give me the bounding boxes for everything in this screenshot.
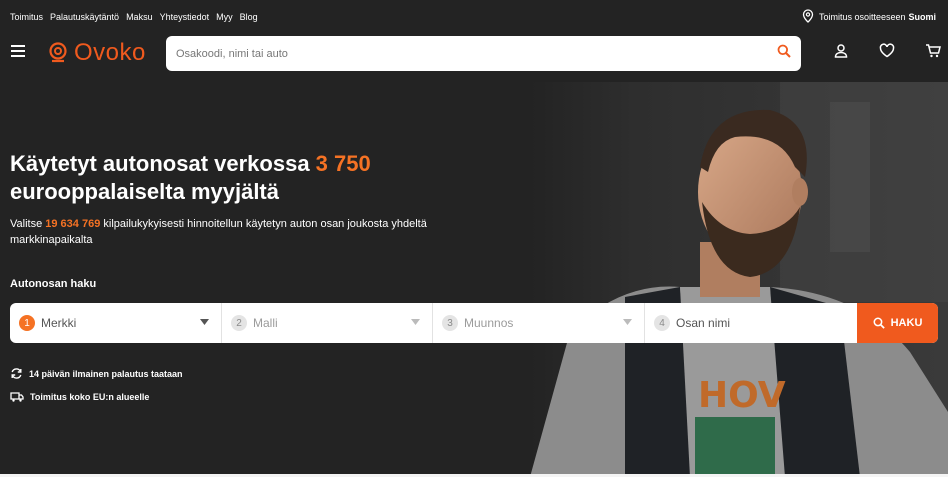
part-finder: 1 Merkki 2 Malli 3 Muunnos 4 Osan nimi H… <box>10 303 938 343</box>
hero-parts-count: 19 634 769 <box>45 218 101 230</box>
chevron-down-icon <box>200 319 209 325</box>
heart-icon[interactable] <box>864 43 910 59</box>
top-link-delivery[interactable]: Toimitus <box>10 12 43 22</box>
svg-text:HOV: HOV <box>698 375 786 416</box>
top-links: Toimitus Palautuskäytäntö Maksu Yhteysti… <box>10 12 265 22</box>
truck-icon <box>10 391 24 402</box>
delivery-country-selector[interactable]: Toimitus osoitteeseen Suomi <box>802 9 936 25</box>
feature-returns-text: 14 päivän ilmainen palautus taataan <box>29 368 183 379</box>
make-select-label: Merkki <box>41 316 77 330</box>
part-name-input[interactable]: 4 Osan nimi <box>645 303 857 343</box>
search-input[interactable] <box>176 47 777 60</box>
location-pin-icon <box>802 9 819 25</box>
logo[interactable]: Ovoko <box>48 39 146 67</box>
hero-title-part2: eurooppalaiselta myyjältä <box>10 179 279 204</box>
menu-icon[interactable] <box>11 45 25 59</box>
hero-image-mechanic: HOV <box>530 82 948 477</box>
feature-list: 14 päivän ilmainen palautus taataan Toim… <box>10 367 183 413</box>
top-link-returns[interactable]: Palautuskäytäntö <box>50 12 119 22</box>
variant-select[interactable]: 3 Muunnos <box>433 303 645 343</box>
hero-subtitle: Valitse 19 634 769 kilpailukykyisesti hi… <box>10 216 480 248</box>
variant-select-label: Muunnos <box>464 316 514 330</box>
search-bar <box>166 36 801 71</box>
top-link-contacts[interactable]: Yhteystiedot <box>160 12 210 22</box>
model-select-label: Malli <box>253 316 278 330</box>
step-number: 2 <box>231 315 247 331</box>
step-number: 1 <box>19 315 35 331</box>
refresh-icon <box>11 368 22 379</box>
chevron-down-icon <box>623 319 632 325</box>
logo-icon <box>49 42 67 63</box>
hero-text: Käytetyt autonosat verkossa 3 750 euroop… <box>10 150 530 248</box>
top-link-payment[interactable]: Maksu <box>126 12 153 22</box>
search-icon[interactable] <box>777 44 791 63</box>
chevron-down-icon <box>411 319 420 325</box>
step-number: 4 <box>654 315 670 331</box>
feature-item: Toimitus koko EU:n alueelle <box>10 390 183 403</box>
search-button-label: HAKU <box>890 317 923 329</box>
top-link-sell[interactable]: Myy <box>216 12 233 22</box>
top-utility-bar: Toimitus Palautuskäytäntö Maksu Yhteysti… <box>0 0 948 34</box>
model-select[interactable]: 2 Malli <box>222 303 433 343</box>
search-button[interactable]: HAKU <box>857 303 938 343</box>
delivery-label: Toimitus osoitteeseen <box>818 12 906 22</box>
make-select[interactable]: 1 Merkki <box>10 303 222 343</box>
cart-icon[interactable] <box>910 43 948 59</box>
hero-title: Käytetyt autonosat verkossa 3 750 euroop… <box>10 150 530 206</box>
parts-search-label: Autonosan haku <box>10 278 97 290</box>
hero-title-seller-count: 3 750 <box>315 151 371 176</box>
delivery-country: Suomi <box>908 12 936 22</box>
feature-item: 14 päivän ilmainen palautus taataan <box>10 367 183 380</box>
feature-delivery-text: Toimitus koko EU:n alueelle <box>30 391 150 402</box>
hero-sub-part1: Valitse <box>10 218 46 230</box>
logo-text: Ovoko <box>74 39 146 66</box>
search-icon <box>873 317 885 329</box>
page: Toimitus Palautuskäytäntö Maksu Yhteysti… <box>0 0 948 477</box>
user-icon[interactable] <box>818 43 864 59</box>
header-icons <box>818 43 948 59</box>
part-name-label: Osan nimi <box>676 316 731 330</box>
header: Ovoko <box>0 34 948 74</box>
step-number: 3 <box>442 315 458 331</box>
top-link-blog[interactable]: Blog <box>240 12 258 22</box>
hero-title-part1: Käytetyt autonosat verkossa <box>10 151 316 176</box>
